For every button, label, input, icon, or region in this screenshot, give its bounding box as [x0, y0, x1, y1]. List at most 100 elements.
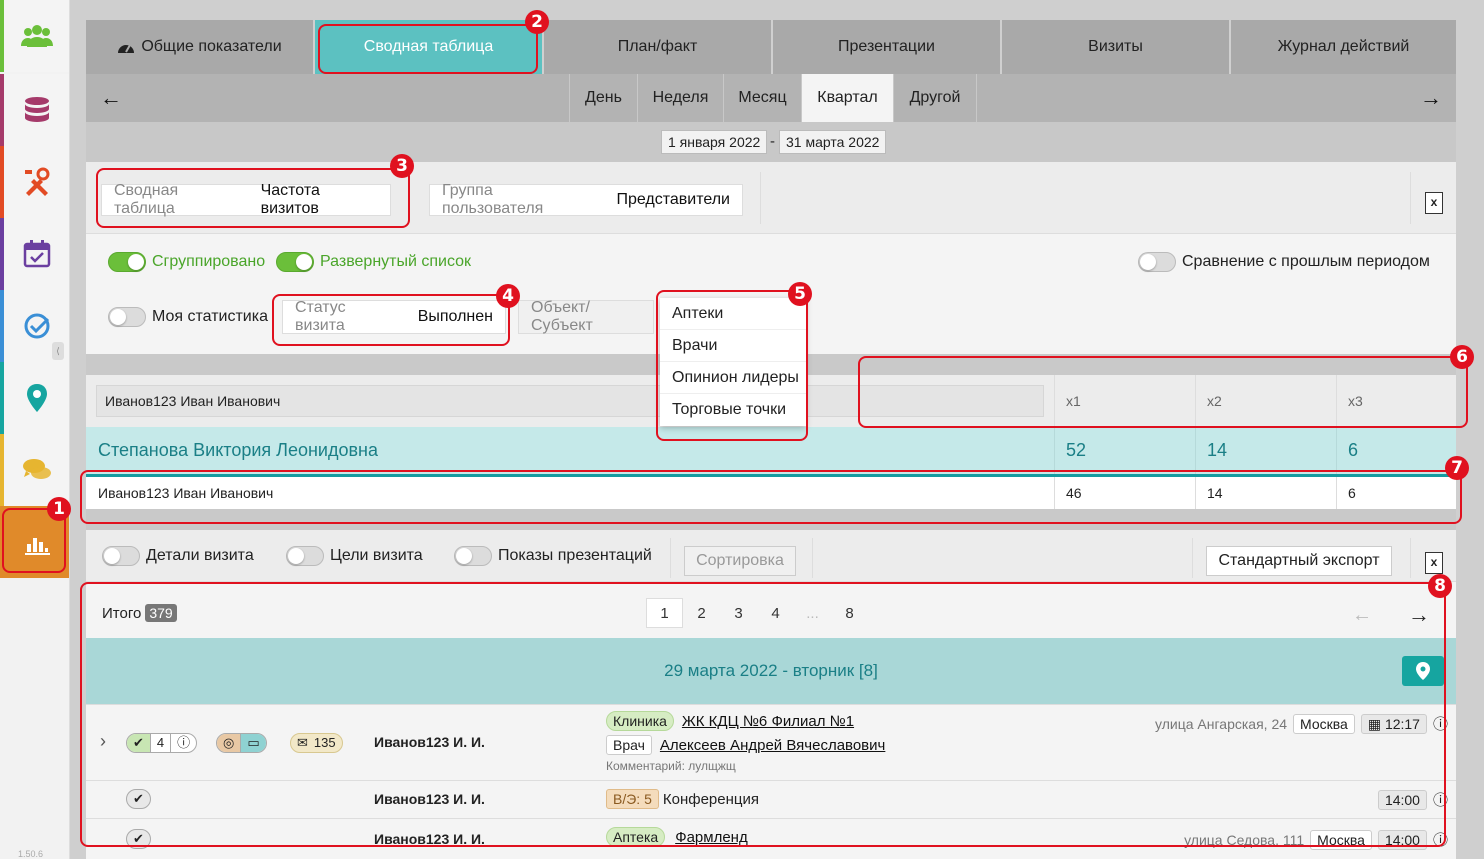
- prev-period-button[interactable]: ←: [86, 74, 136, 122]
- compare-period-toggle[interactable]: Сравнение с прошлым периодом: [1138, 252, 1430, 272]
- day-header[interactable]: 29 марта 2022 - вторник [8]: [86, 638, 1456, 704]
- switch[interactable]: [108, 307, 146, 327]
- excel-export-icon[interactable]: x: [1425, 552, 1443, 574]
- object-subject-select[interactable]: Объект/Субъект: [518, 299, 654, 334]
- tools-icon: [24, 167, 49, 196]
- dropdown-option[interactable]: Опинион лидеры: [660, 362, 806, 394]
- sidebar-item-users[interactable]: [0, 0, 69, 72]
- divider: [1410, 172, 1411, 224]
- prev-page-arrow-icon[interactable]: ←: [1352, 604, 1372, 627]
- visit-meta: улица Седова, 111 Москва 14:00 ⓘ: [1184, 829, 1448, 850]
- switch[interactable]: [1138, 252, 1176, 272]
- page-button[interactable]: 1: [646, 598, 683, 628]
- info-icon[interactable]: ⓘ: [1433, 713, 1448, 734]
- visit-row[interactable]: › ✔ 4 ⓘ ◎ ▭ ✉ 135 Иванов123 И. И. Клиника…: [86, 704, 1456, 780]
- date-range: 1 января 2022 - 31 марта 2022: [86, 122, 1456, 162]
- page-button[interactable]: 2: [683, 598, 720, 628]
- sidebar-item-calendar[interactable]: [0, 218, 69, 290]
- toggle-label: Сравнение с прошлым периодом: [1182, 253, 1430, 270]
- page-button[interactable]: 3: [720, 598, 757, 628]
- standard-export-button[interactable]: Стандартный экспорт: [1206, 546, 1392, 576]
- divider: [1192, 538, 1193, 578]
- dropdown-option[interactable]: Торговые точки: [660, 394, 806, 426]
- visit-details-toggle[interactable]: Детали визита: [102, 546, 254, 566]
- sidebar-item-tools[interactable]: [0, 146, 69, 218]
- dropdown-option[interactable]: Врачи: [660, 330, 806, 362]
- excel-export-icon[interactable]: x: [1425, 192, 1443, 214]
- tab-label: Презентации: [838, 38, 935, 55]
- group-value: 52: [1066, 440, 1087, 460]
- column-header[interactable]: x2: [1195, 375, 1336, 427]
- tab-general[interactable]: Общие показатели: [86, 20, 315, 74]
- visit-goals-toggle[interactable]: Цели визита: [286, 546, 423, 566]
- user-group-select[interactable]: Группа пользователя Представители: [429, 182, 743, 217]
- period-other[interactable]: Другой: [893, 74, 977, 122]
- sidebar-item-map[interactable]: [0, 362, 69, 434]
- tab-action-log[interactable]: Журнал действий: [1231, 20, 1456, 74]
- date-to-field[interactable]: 31 марта 2022: [779, 130, 887, 154]
- name-filter-input[interactable]: Иванов123 Иван Иванович: [96, 385, 1044, 417]
- info-icon[interactable]: ⓘ: [1433, 829, 1448, 850]
- switch[interactable]: [276, 252, 314, 272]
- presentations-toggle[interactable]: Показы презентаций: [454, 546, 652, 566]
- sidebar-collapse-handle[interactable]: ⟨: [52, 342, 64, 360]
- next-period-button[interactable]: →: [1406, 74, 1456, 122]
- sidebar: ⟨ 1.50.6: [0, 0, 70, 859]
- visit-time: 14:00: [1377, 829, 1427, 850]
- show-on-map-button[interactable]: [1402, 656, 1444, 686]
- period-label: День: [585, 89, 622, 106]
- group-row[interactable]: Степанова Виктория Леонидовна 52 14 6: [86, 427, 1456, 477]
- switch[interactable]: [108, 252, 146, 272]
- table-type-select[interactable]: Сводная таблица Частота визитов: [101, 182, 391, 217]
- my-stats-toggle[interactable]: Моя статистика: [108, 307, 268, 327]
- switch[interactable]: [102, 546, 140, 566]
- visit-user: Иванов123 И. И.: [374, 831, 485, 847]
- visit-row[interactable]: ✔ Иванов123 И. И. Аптека Фармленд улица …: [86, 818, 1456, 859]
- sidebar-item-database[interactable]: [0, 74, 69, 146]
- main-content: Общие показатели Сводная таблица План/фа…: [86, 20, 1456, 859]
- sidebar-item-chat[interactable]: [0, 434, 69, 506]
- divider: [670, 538, 671, 578]
- sort-button[interactable]: Сортировка: [684, 546, 796, 576]
- tab-visits[interactable]: Визиты: [1002, 20, 1231, 74]
- chevron-right-icon[interactable]: ›: [100, 731, 106, 752]
- tab-summary-table[interactable]: Сводная таблица: [315, 20, 544, 74]
- org-type-badge: Клиника: [606, 711, 674, 731]
- switch[interactable]: [286, 546, 324, 566]
- column-header[interactable]: x3: [1336, 375, 1456, 427]
- tab-plan-fact[interactable]: План/факт: [544, 20, 773, 74]
- period-week[interactable]: Неделя: [637, 74, 723, 122]
- visit-org-line: Аптека Фармленд: [606, 827, 748, 847]
- calendar-icon: [23, 240, 50, 268]
- toggle-label: Развернутый список: [320, 253, 472, 270]
- org-link[interactable]: Фармленд: [675, 829, 748, 846]
- page-button[interactable]: 4: [757, 598, 794, 628]
- next-page-arrow-icon[interactable]: →: [1408, 602, 1430, 628]
- check-count: 4: [149, 734, 170, 752]
- period-label: Месяц: [738, 89, 787, 106]
- info-icon[interactable]: ⓘ: [1433, 789, 1448, 810]
- visit-row[interactable]: ✔ Иванов123 И. И. В/Э: 5 Конференция 14:…: [86, 780, 1456, 818]
- info-icon[interactable]: ⓘ: [170, 734, 196, 752]
- date-from-field[interactable]: 1 января 2022: [661, 130, 768, 154]
- person-link[interactable]: Алексеев Андрей Вячеславович: [660, 737, 885, 754]
- top-tabs: Общие показатели Сводная таблица План/фа…: [86, 20, 1456, 74]
- visit-time-badge: ▦ 12:17: [1360, 713, 1427, 734]
- visit-status-select[interactable]: Статус визита Выполнен: [282, 299, 506, 334]
- page-button[interactable]: 8: [831, 598, 868, 628]
- expanded-list-toggle[interactable]: Развернутый список: [276, 252, 471, 272]
- grouped-toggle[interactable]: Сгруппировано: [108, 252, 265, 272]
- period-month[interactable]: Месяц: [723, 74, 801, 122]
- period-quarter[interactable]: Квартал: [801, 74, 893, 122]
- period-day[interactable]: День: [569, 74, 637, 122]
- org-link[interactable]: ЖК КДЦ №6 Филиал №1: [682, 713, 854, 730]
- column-header[interactable]: x1: [1054, 375, 1195, 427]
- switch[interactable]: [454, 546, 492, 566]
- dropdown-option[interactable]: Аптеки: [660, 298, 806, 330]
- users-icon: [20, 25, 53, 47]
- table-row[interactable]: Иванов123 Иван Иванович 46 14 6: [86, 477, 1456, 509]
- calendar-icon: ▦: [1367, 715, 1385, 732]
- check-icon: ✔: [133, 831, 144, 846]
- tab-presentations[interactable]: Презентации: [773, 20, 1002, 74]
- select-label: Статус визита: [295, 299, 346, 334]
